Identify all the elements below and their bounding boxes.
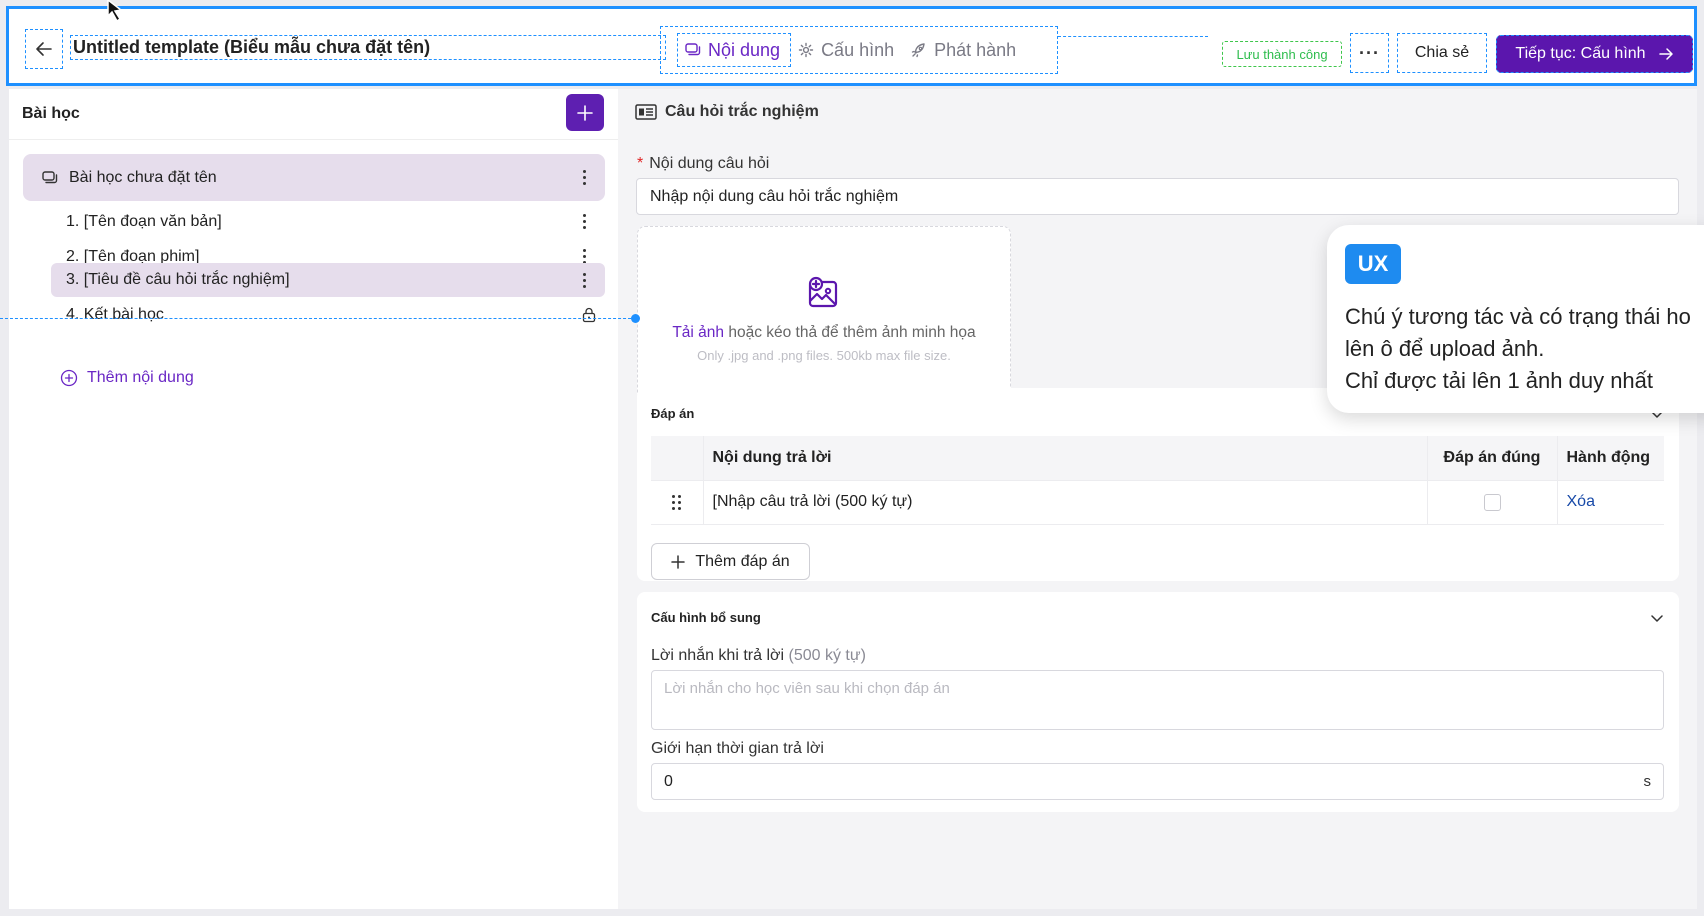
layers-icon bbox=[42, 170, 58, 183]
mouse-cursor-icon bbox=[107, 0, 123, 23]
question-input[interactable]: Nhập nội dung câu hỏi trắc nghiệm bbox=[636, 178, 1679, 215]
add-answer-label: Thêm đáp án bbox=[695, 552, 790, 570]
rocket-icon bbox=[911, 43, 925, 58]
drag-column-header bbox=[651, 436, 704, 480]
section-menu-icon[interactable] bbox=[575, 211, 593, 233]
section-header: Câu hỏi trắc nghiệm bbox=[635, 103, 819, 121]
correct-answer-cell bbox=[1427, 479, 1558, 525]
message-label: Lời nhắn khi trả lời (500 ký tự) bbox=[651, 647, 866, 664]
continue-button[interactable]: Tiếp tục: Cấu hình bbox=[1496, 35, 1693, 73]
drag-handle-icon bbox=[660, 494, 694, 510]
extra-config-card: Cấu hình bổ sung Lời nhắn khi trả lời (5… bbox=[637, 592, 1679, 812]
sidebar-header: Bài học bbox=[9, 89, 618, 140]
lock-icon bbox=[582, 307, 596, 322]
answer-text-input[interactable]: [Nhập câu trả lời (500 ký tự) bbox=[703, 479, 1428, 525]
time-limit-label: Giới hạn thời gian trả lời bbox=[651, 740, 824, 757]
column-header: Hành động bbox=[1557, 436, 1664, 480]
quiz-card-icon bbox=[635, 104, 657, 120]
column-header: Nội dung trả lời bbox=[703, 436, 1428, 480]
lesson-title: Bài học chưa đặt tên bbox=[69, 168, 217, 186]
section-label: 3. [Tiêu đề câu hỏi trắc nghiệm] bbox=[66, 271, 290, 288]
tab-publish-label: Phát hành bbox=[934, 39, 1017, 60]
ux-annotation-note: UX Chú ý tương tác và có trạng thái ho l… bbox=[1327, 225, 1704, 413]
message-textarea[interactable]: Lời nhắn cho học viên sau khi chọn đáp á… bbox=[651, 670, 1664, 730]
save-status-badge: Lưu thành công bbox=[1222, 41, 1342, 67]
plus-circle-icon bbox=[60, 369, 78, 387]
step-tabs: Nội dung Cấu hình Phát hành bbox=[660, 26, 1058, 74]
tab-content[interactable]: Nội dung bbox=[677, 33, 792, 67]
share-button[interactable]: Chia sẻ bbox=[1397, 33, 1487, 73]
sidebar-title: Bài học bbox=[22, 105, 80, 122]
add-lesson-button[interactable] bbox=[566, 94, 604, 131]
annotation-connector bbox=[0, 318, 636, 319]
section-title: Câu hỏi trắc nghiệm bbox=[665, 103, 819, 120]
upload-instruction: Tải ảnh hoặc kéo thả để thêm ảnh minh họ… bbox=[672, 323, 976, 341]
question-editor: Câu hỏi trắc nghiệm * Nội dung câu hỏi Nh… bbox=[618, 89, 1697, 909]
add-content-label: Thêm nội dung bbox=[87, 369, 194, 386]
lesson-section-item[interactable]: 1. [Tên đoạn văn bản] bbox=[51, 205, 605, 238]
plus-icon bbox=[671, 554, 686, 569]
time-unit: s bbox=[1643, 773, 1652, 790]
lesson-menu-icon[interactable] bbox=[575, 167, 593, 189]
delete-answer-link[interactable]: Xóa bbox=[1567, 493, 1595, 510]
section-label: 1. [Tên đoạn văn bản] bbox=[66, 212, 222, 230]
tab-content-label: Nội dung bbox=[708, 39, 781, 60]
top-bar: Untitled template (Biểu mẫu chưa đặt tên… bbox=[6, 6, 1697, 86]
continue-button-label: Tiếp tục: Cấu hình bbox=[1515, 45, 1646, 62]
plus-icon bbox=[577, 104, 593, 121]
time-limit-input[interactable]: 0 s bbox=[651, 763, 1664, 800]
chevron-down-icon[interactable] bbox=[1649, 610, 1665, 626]
answers-title: Đáp án bbox=[651, 406, 695, 421]
question-label: * Nội dung câu hỏi bbox=[637, 155, 770, 172]
lesson-sidebar: Bài học Bài học chưa đặt tên 1. [Tên đoạ… bbox=[9, 89, 618, 909]
tab-settings[interactable]: Cấu hình bbox=[791, 33, 904, 67]
correct-answer-checkbox[interactable] bbox=[1483, 493, 1501, 511]
lesson-item[interactable]: Bài học chưa đặt tên bbox=[23, 154, 605, 201]
add-content-button[interactable]: Thêm nội dung bbox=[60, 369, 194, 387]
drag-handle[interactable] bbox=[651, 479, 704, 525]
lesson-section-item-active[interactable]: 3. [Tiêu đề câu hỏi trắc nghiệm] bbox=[51, 263, 605, 297]
answers-table: Nội dung trả lời Đáp án đúng Hành động [… bbox=[651, 436, 1664, 525]
upload-link[interactable]: Tải ảnh bbox=[672, 324, 724, 341]
gear-icon bbox=[798, 42, 814, 58]
template-title[interactable]: Untitled template (Biểu mẫu chưa đặt tên… bbox=[70, 35, 666, 60]
tab-publish[interactable]: Phát hành bbox=[904, 33, 1026, 67]
section-label: 4. Kết bài học bbox=[66, 305, 164, 323]
table-row: [Nhập câu trả lời (500 ký tự) Xóa bbox=[651, 479, 1664, 525]
section-menu-icon[interactable] bbox=[575, 269, 593, 291]
layers-icon bbox=[685, 43, 701, 56]
more-options-button[interactable]: ··· bbox=[1350, 33, 1389, 73]
add-answer-button[interactable]: Thêm đáp án bbox=[651, 543, 810, 580]
image-upload-dropzone[interactable]: Tải ảnh hoặc kéo thả để thêm ảnh minh họ… bbox=[637, 226, 1011, 412]
action-cell: Xóa bbox=[1557, 479, 1664, 525]
extra-config-title: Cấu hình bổ sung bbox=[651, 610, 761, 625]
tab-settings-label: Cấu hình bbox=[821, 39, 895, 60]
ux-badge: UX bbox=[1345, 244, 1401, 284]
answers-card: Đáp án Nội dung trả lời Đáp án đúng Hành… bbox=[637, 388, 1679, 581]
back-button[interactable] bbox=[25, 29, 63, 69]
arrow-right-icon bbox=[1658, 48, 1673, 60]
ux-note-text: Chú ý tương tác và có trạng thái ho lên … bbox=[1345, 304, 1691, 393]
upload-hint: Only .jpg and .png files. 500kb max file… bbox=[697, 347, 951, 363]
column-header: Đáp án đúng bbox=[1427, 436, 1558, 480]
annotation-dot bbox=[631, 314, 640, 323]
time-limit-value: 0 bbox=[664, 772, 673, 790]
arrow-left-icon bbox=[36, 42, 52, 56]
image-add-icon bbox=[808, 276, 838, 307]
lesson-section-item[interactable]: 4. Kết bài học bbox=[51, 298, 605, 331]
